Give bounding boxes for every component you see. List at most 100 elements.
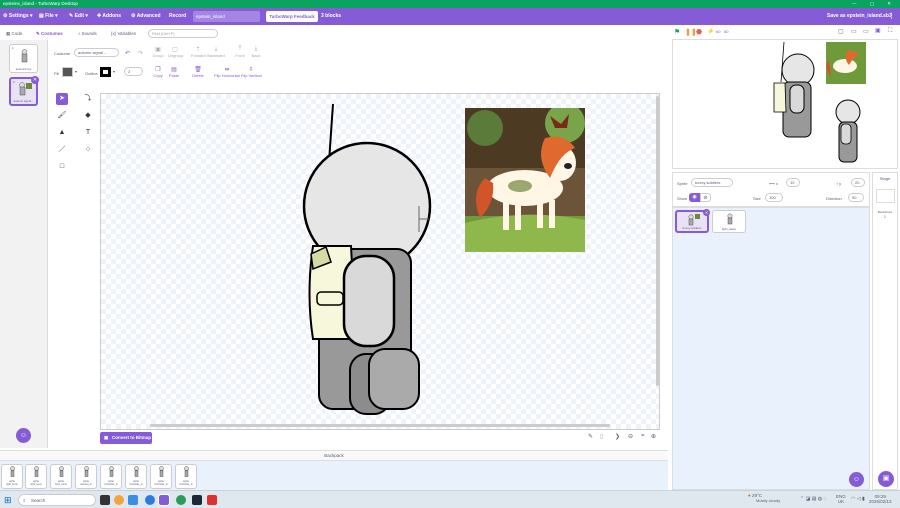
canvas-vertical-scrollbar[interactable]: [656, 96, 659, 386]
fill-dropdown-icon[interactable]: ▾: [75, 69, 77, 74]
size-input[interactable]: 100: [765, 193, 783, 202]
line-tool-icon[interactable]: ／: [56, 144, 68, 156]
backpack-item[interactable]: sprite controller_in: [175, 464, 197, 489]
eyedropper-icon[interactable]: ✎: [588, 433, 593, 440]
clock[interactable]: 09:29 2026/02/13: [869, 494, 892, 504]
browser-icon[interactable]: [114, 495, 124, 505]
sprite-item-light-slave[interactable]: light_slave: [712, 210, 746, 233]
ungroup-button[interactable]: ▢ Ungroup: [168, 46, 183, 58]
screenshot-icon[interactable]: ▢: [838, 28, 844, 35]
sprite-name-input[interactable]: boxxy soldiers: [691, 178, 733, 187]
reshape-tool-icon[interactable]: ⤵: [82, 93, 94, 105]
tab-code[interactable]: ▦ Code: [2, 28, 32, 40]
flip-vertical-button[interactable]: ⇳ Flip Vertical: [241, 66, 262, 78]
feedback-button[interactable]: TurboWarp Feedback: [266, 11, 318, 22]
costume-name-input[interactable]: autumn signal ...: [74, 48, 119, 57]
redo-icon[interactable]: ↷: [138, 50, 143, 57]
fill-color-swatch[interactable]: [62, 67, 73, 77]
costume-item-2[interactable]: 2 autumn signal... ✕: [9, 76, 39, 106]
backpack-item[interactable]: sprite controller_in: [150, 464, 172, 489]
green-flag-icon[interactable]: ⚑: [674, 28, 680, 36]
zoom-reset-button[interactable]: =: [641, 433, 645, 439]
outline-color-swatch[interactable]: [100, 67, 111, 77]
direction-input[interactable]: 90: [848, 193, 864, 202]
backpack-item[interactable]: sprite controller_in: [100, 464, 122, 489]
steam-icon[interactable]: [192, 495, 202, 505]
show-visible-icon[interactable]: ◉: [689, 193, 700, 202]
copy-button[interactable]: ❐ Copy: [152, 66, 164, 78]
find-input[interactable]: Find (Ctrl+F): [148, 29, 218, 38]
turbo-icon[interactable]: ⚡: [707, 28, 714, 35]
convert-to-bitmap-button[interactable]: ▣ Convert to Bitmap: [100, 432, 152, 444]
choose-sprite-icon[interactable]: ☺: [849, 472, 864, 487]
stage-canvas[interactable]: [672, 39, 898, 169]
brush-tool-icon[interactable]: 🖌: [56, 110, 68, 122]
record-button[interactable]: Record: [169, 8, 186, 25]
eraser-tool-icon[interactable]: ◆: [82, 110, 94, 122]
app-icon[interactable]: [207, 495, 217, 505]
file-explorer-icon[interactable]: [128, 495, 138, 505]
weather-widget[interactable]: ● 29°C Mostly cloudy: [748, 493, 780, 503]
flip-horizontal-button[interactable]: ⇹ Flip Horizontal: [214, 66, 240, 78]
text-tool-icon[interactable]: T: [82, 127, 94, 139]
backpack-item[interactable]: sprite front_bone: [50, 464, 72, 489]
stop-icon[interactable]: ⬣: [696, 28, 702, 36]
sprite-item-boxxy-soldiers[interactable]: boxxy soldiers ✕: [675, 209, 710, 233]
window-controls[interactable]: — ▢ ✕: [852, 0, 897, 8]
edge-icon[interactable]: [145, 495, 155, 505]
tab-variables[interactable]: {x} Variables: [107, 28, 143, 40]
taskbar-search[interactable]: ⌕ Search: [18, 494, 96, 506]
costume-item-1[interactable]: 1 autumn2 fop: [9, 44, 38, 73]
choose-costume-icon[interactable]: ☺: [16, 428, 31, 443]
backpack-item[interactable]: sprite light_bone: [1, 464, 23, 489]
outline-dropdown-icon[interactable]: ▾: [113, 69, 115, 74]
backpack-header[interactable]: Backpack: [0, 451, 668, 461]
backward-button[interactable]: ⇣ Backward: [207, 46, 225, 58]
language-indicator[interactable]: ENG UK: [836, 494, 846, 504]
forward-button[interactable]: ⇡ Forward: [191, 46, 206, 58]
canvas-horizontal-scrollbar[interactable]: [150, 424, 610, 427]
small-stage-icon[interactable]: ▭: [851, 28, 857, 35]
advanced-menu[interactable]: ⚙ Advanced: [131, 8, 161, 25]
start-icon[interactable]: ⊞: [4, 495, 14, 505]
x-input[interactable]: 10: [786, 178, 800, 187]
backpack-item[interactable]: sprite controller_in: [125, 464, 147, 489]
circle-tool-icon[interactable]: ○: [82, 144, 94, 156]
save-as-button[interactable]: Save as epstein_island.sb3: [827, 8, 892, 25]
project-title-input[interactable]: epstein_island: [193, 11, 260, 22]
delete-costume-icon[interactable]: ✕: [31, 76, 39, 84]
turbowarp-taskbar-icon[interactable]: [158, 494, 170, 506]
zoom-in-button[interactable]: ⊕: [651, 433, 656, 440]
wifi-volume-battery-icons[interactable]: ◠ ◁ ▮: [851, 496, 865, 502]
zoom-fit-icon[interactable]: ▯: [600, 433, 603, 440]
large-stage-icon[interactable]: ▣: [875, 27, 881, 34]
rectangle-tool-icon[interactable]: □: [56, 161, 68, 173]
tray-icons[interactable]: ⌃ ◪ ▤ ◍ ◌: [800, 496, 827, 502]
front-button[interactable]: ⤒ Front: [234, 46, 246, 58]
paste-button[interactable]: ▤ Paste: [168, 66, 180, 78]
undo-icon[interactable]: ↶: [125, 50, 130, 57]
delete-button[interactable]: 🗑 Delete: [191, 66, 205, 78]
back-button[interactable]: ⤓ Back: [250, 46, 262, 58]
fullscreen-icon[interactable]: ⛶: [888, 28, 892, 35]
delete-sprite-icon[interactable]: ✕: [703, 209, 710, 216]
paint-canvas[interactable]: [100, 93, 660, 430]
edit-menu[interactable]: ✎ Edit ▾: [69, 8, 88, 25]
xbox-icon[interactable]: [176, 495, 186, 505]
medium-stage-icon[interactable]: ▭: [863, 28, 869, 35]
outline-size-input[interactable]: 2: [124, 67, 143, 76]
addons-menu[interactable]: ✚ Addons: [97, 8, 121, 25]
settings-menu[interactable]: ⚙ Settings ▾: [3, 8, 33, 25]
pause-icon[interactable]: ❚❚: [685, 28, 697, 36]
stage-target-panel[interactable]: Stage Backdrops 1 ▣: [872, 172, 898, 490]
tab-sounds[interactable]: ♪ Sounds: [74, 28, 106, 40]
menu-overflow-icon[interactable]: ⋮: [888, 8, 895, 25]
select-tool-icon[interactable]: ➤: [56, 93, 68, 105]
file-menu[interactable]: ▤ File ▾: [39, 8, 58, 25]
group-button[interactable]: ▣ Group: [152, 46, 164, 58]
show-hidden-icon[interactable]: ⊘: [700, 193, 711, 202]
backpack-item[interactable]: sprite camera_in: [75, 464, 97, 489]
tab-costumes[interactable]: ✎ Costumes: [32, 28, 70, 40]
fill-tool-icon[interactable]: ▲: [56, 127, 68, 139]
choose-backdrop-icon[interactable]: ▣: [878, 471, 894, 487]
